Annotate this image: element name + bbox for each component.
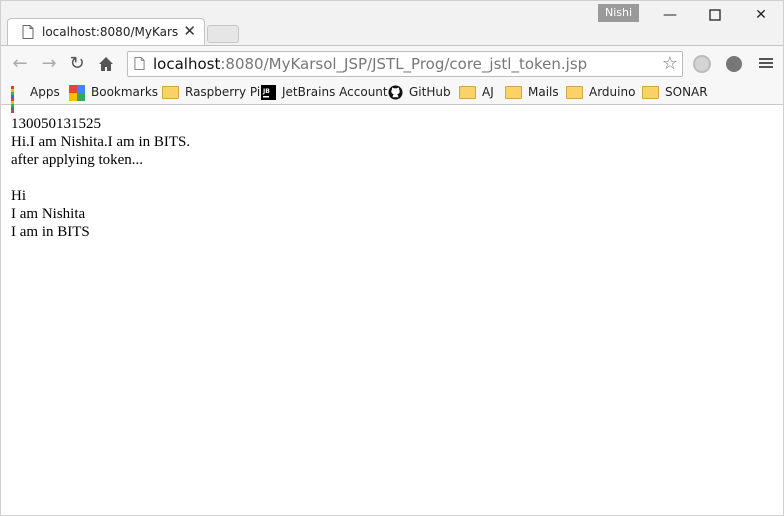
folder-icon <box>162 86 179 99</box>
reload-icon[interactable]: ↻ <box>67 54 87 74</box>
page-icon <box>22 25 34 39</box>
bookmark-github[interactable]: GitHub <box>388 84 451 101</box>
bookmarks-bar: Apps Bookmarks Raspberry Pi JB JetBrains … <box>1 81 783 113</box>
maximize-icon[interactable] <box>705 7 725 23</box>
bookmark-mails[interactable]: Mails <box>505 84 559 101</box>
forward-icon[interactable]: → <box>39 54 59 74</box>
bookmark-raspberry-pi[interactable]: Raspberry Pi <box>162 84 260 101</box>
bookmark-jetbrains[interactable]: JB JetBrains Account <box>261 84 388 101</box>
content-line: Hi <box>11 188 26 204</box>
folder-icon <box>459 86 476 99</box>
bookmark-bookmarks[interactable]: Bookmarks <box>69 84 158 101</box>
tab-active[interactable]: localhost:8080/MyKarsol_J ✕ <box>7 18 205 46</box>
minimize-icon[interactable]: — <box>660 7 680 23</box>
title-bar: localhost:8080/MyKarsol_J ✕ Nishi — ✕ <box>1 1 783 46</box>
back-icon[interactable]: ← <box>10 54 30 74</box>
close-tab-icon[interactable]: ✕ <box>183 23 196 39</box>
menu-icon[interactable] <box>759 56 773 70</box>
folder-icon <box>505 86 522 99</box>
folder-icon <box>642 86 659 99</box>
folder-icon <box>566 86 583 99</box>
github-icon <box>388 85 403 100</box>
extension-icon[interactable] <box>726 56 742 72</box>
bookmark-aj[interactable]: AJ <box>459 84 494 101</box>
new-tab-button[interactable] <box>207 25 239 43</box>
extension-icon[interactable] <box>693 55 711 73</box>
close-window-icon[interactable]: ✕ <box>751 7 771 23</box>
address-bar[interactable]: localhost:8080/MyKarsol_JSP/JSTL_Prog/co… <box>127 51 683 77</box>
page-icon <box>134 57 145 70</box>
page-content: 130050131525 Hi.I am Nishita.I am in BIT… <box>11 115 190 241</box>
bookmark-apps[interactable]: Apps <box>11 84 60 113</box>
bookmark-sonar[interactable]: SONAR <box>642 84 708 101</box>
bookmark-arduino[interactable]: Arduino <box>566 84 635 101</box>
apps-grid-icon <box>11 86 24 113</box>
bookmark-star-icon[interactable]: ☆ <box>662 53 678 74</box>
content-line: I am Nishita <box>11 206 86 222</box>
browser-window: localhost:8080/MyKarsol_J ✕ Nishi — ✕ ← … <box>0 0 784 516</box>
content-line: after applying token... <box>11 152 144 168</box>
content-line <box>11 169 190 187</box>
toolbar: ← → ↻ localhost:8080/MyKarsol_JSP/JSTL_P… <box>1 45 783 81</box>
bookmarks-icon <box>69 84 85 101</box>
svg-text:JB: JB <box>262 88 270 95</box>
url-text[interactable]: localhost:8080/MyKarsol_JSP/JSTL_Prog/co… <box>153 55 587 73</box>
jetbrains-icon: JB <box>261 85 276 100</box>
content-line: I am in BITS <box>11 224 90 240</box>
home-icon[interactable] <box>96 54 116 74</box>
content-line: Hi.I am Nishita.I am in BITS. <box>11 134 191 150</box>
content-line: 130050131525 <box>11 116 101 132</box>
tab-title: localhost:8080/MyKarsol_J <box>42 25 178 39</box>
profile-button[interactable]: Nishi <box>598 4 639 22</box>
